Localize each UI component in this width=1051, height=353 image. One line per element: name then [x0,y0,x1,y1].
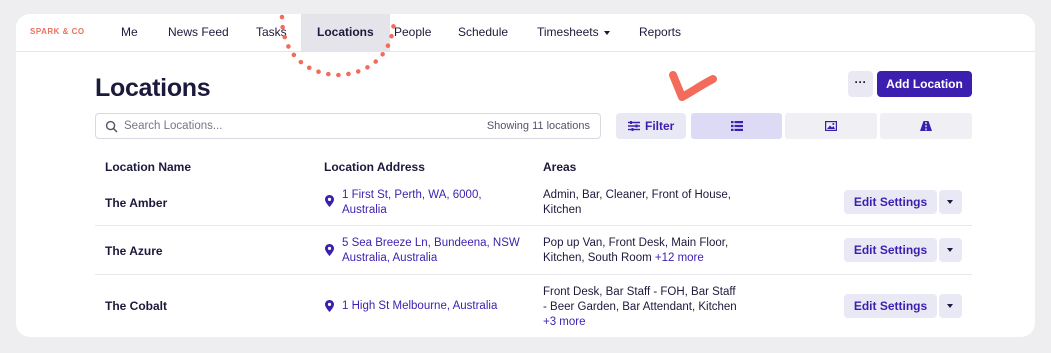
app-window: SPARK & CO Me News Feed Tasks Locations … [16,14,1035,337]
sliders-icon [628,121,640,131]
areas-more-link[interactable]: +12 more [655,252,704,264]
map-road-icon [920,121,932,131]
nav-item-reports[interactable]: Reports [639,14,681,51]
map-pin-icon [325,300,334,312]
top-nav: SPARK & CO Me News Feed Tasks Locations … [16,14,1035,52]
nav-item-tasks[interactable]: Tasks [256,14,287,51]
areas-line: Front Desk, Bar Staff - FOH, Bar Staff [543,286,736,298]
location-address-link[interactable]: 1 First St, Perth, WA, 6000, Australia [342,188,532,218]
edit-settings-dropdown[interactable] [939,294,962,318]
checkmark-annotation [669,71,717,101]
column-header-name: Location Name [105,160,192,174]
nav-item-timesheets-label: Timesheets [537,25,599,39]
column-header-areas: Areas [543,160,577,174]
list-icon [730,121,743,131]
edit-settings-dropdown[interactable] [939,190,962,214]
location-address-link[interactable]: 1 High St Melbourne, Australia [342,299,542,314]
location-address-link[interactable]: 5 Sea Breeze Ln, Bundeena, NSW Australia… [342,236,532,266]
edit-settings-dropdown[interactable] [939,238,962,262]
location-name[interactable]: The Cobalt [105,299,167,313]
list-view-button[interactable] [691,113,782,139]
more-options-button[interactable]: ··· [848,71,873,97]
areas-line: Pop up Van, Front Desk, Main Floor, [543,237,729,249]
location-name[interactable]: The Amber [105,196,167,210]
image-icon [825,121,837,131]
filter-button[interactable]: Filter [616,113,686,139]
row-divider [95,225,972,226]
image-view-button[interactable] [785,113,877,139]
areas-line: Kitchen, South Room [543,252,652,264]
location-areas: Front Desk, Bar Staff - FOH, Bar Staff -… [543,285,753,330]
row-divider [95,274,972,275]
edit-settings-button[interactable]: Edit Settings [844,190,937,214]
chevron-down-icon [947,200,953,204]
areas-line: Admin, Bar, Cleaner, Front of House, [543,189,731,201]
nav-item-schedule[interactable]: Schedule [458,14,508,51]
column-header-address: Location Address [324,160,425,174]
edit-settings-button[interactable]: Edit Settings [844,238,937,262]
address-line: Australia, Australia [342,252,438,264]
search-input[interactable] [124,117,424,135]
results-count: Showing 11 locations [486,120,590,132]
chevron-down-icon [603,30,610,35]
map-pin-icon [325,244,334,256]
nav-item-timesheets[interactable]: Timesheets [537,14,610,51]
map-view-button[interactable] [880,113,972,139]
chevron-down-icon [947,248,953,252]
location-areas: Pop up Van, Front Desk, Main Floor, Kitc… [543,236,753,266]
search-icon [105,120,118,133]
search-box: Showing 11 locations [95,113,601,139]
areas-line: Kitchen [543,204,582,216]
nav-item-news-feed[interactable]: News Feed [168,14,229,51]
chevron-down-icon [947,304,953,308]
nav-item-locations[interactable]: Locations [301,14,390,51]
filter-label: Filter [645,119,675,133]
address-line: 5 Sea Breeze Ln, Bundeena, NSW [342,237,520,249]
address-line: Australia [342,204,387,216]
location-name[interactable]: The Azure [105,244,163,258]
brand-logo[interactable]: SPARK & CO [30,27,85,36]
address-line: 1 First St, Perth, WA, 6000, [342,189,482,201]
add-location-button[interactable]: Add Location [877,71,972,97]
nav-item-me[interactable]: Me [121,14,138,51]
map-pin-icon [325,195,334,207]
address-line: 1 High St Melbourne, Australia [342,300,498,312]
edit-settings-button[interactable]: Edit Settings [844,294,937,318]
areas-more-link[interactable]: +3 more [543,315,753,330]
location-areas: Admin, Bar, Cleaner, Front of House, Kit… [543,188,753,218]
nav-item-people[interactable]: People [394,14,431,51]
areas-line: - Beer Garden, Bar Attendant, Kitchen [543,301,737,313]
page-title: Locations [95,74,211,102]
